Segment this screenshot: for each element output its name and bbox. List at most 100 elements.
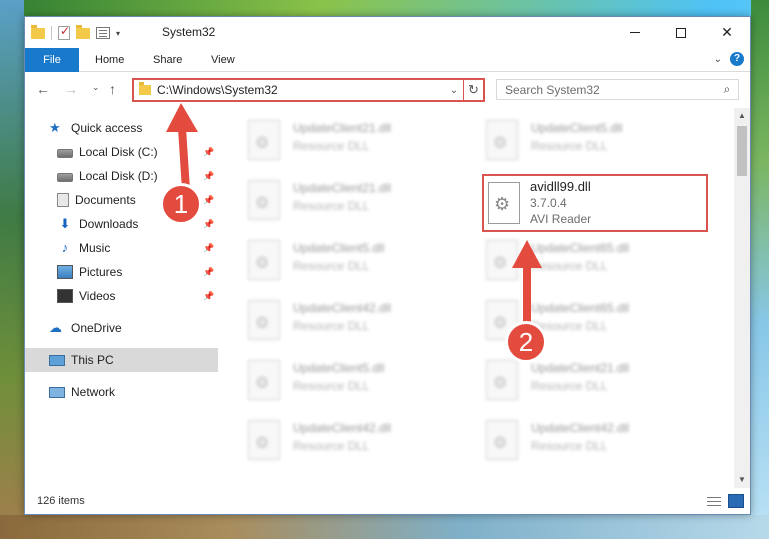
gear-icon: ⚙ <box>494 194 511 214</box>
dll-file-icon <box>486 240 518 280</box>
window-controls: ✕ <box>612 17 750 48</box>
search-box[interactable]: Search System32 ⌕ <box>496 79 739 100</box>
file-tile[interactable]: UpdateClient42.dll Resource DLL <box>218 412 448 468</box>
minimize-button[interactable] <box>612 17 658 48</box>
disk-icon <box>57 148 73 158</box>
help-icon[interactable]: ? <box>730 52 744 66</box>
pin-icon[interactable]: 📌 <box>203 147 214 158</box>
sidebar-item-pictures[interactable]: Pictures 📌 <box>25 260 218 284</box>
dll-file-icon <box>248 420 280 460</box>
file-tile[interactable]: UpdateClient21.dll Resource DLL <box>218 112 448 168</box>
vertical-scrollbar[interactable]: ▲ ▼ <box>734 108 750 488</box>
file-description: Resource DLL <box>293 199 370 213</box>
quick-access-toolbar: ▾ <box>31 24 120 42</box>
file-description: Resource DLL <box>293 319 370 333</box>
sidebar-item-label: This PC <box>71 353 114 367</box>
sidebar-item-music[interactable]: ♪ Music 📌 <box>25 236 218 260</box>
pin-icon[interactable]: 📌 <box>203 243 214 254</box>
sidebar-item-this-pc[interactable]: This PC <box>25 348 218 372</box>
tab-view[interactable]: View <box>211 48 235 72</box>
file-description: AVI Reader <box>530 212 592 226</box>
pin-icon[interactable]: 📌 <box>203 171 214 182</box>
maximize-button[interactable] <box>658 17 704 48</box>
pin-icon[interactable]: 📌 <box>203 267 214 278</box>
up-button[interactable]: ↑ <box>109 81 116 97</box>
file-tile[interactable]: UpdateClient21.dll Resource DLL <box>456 352 686 408</box>
sidebar-item-local-disk-c[interactable]: Local Disk (C:) 📌 <box>25 140 218 164</box>
address-dropdown-icon[interactable]: ⌄ <box>445 85 463 96</box>
dll-file-icon <box>486 420 518 460</box>
file-tile[interactable]: UpdateClient5.dll Resource DLL <box>218 232 448 288</box>
address-bar[interactable]: C:\Windows\System32 ⌄ ↻ <box>132 78 485 102</box>
scroll-down-arrow-icon[interactable]: ▼ <box>734 472 750 488</box>
file-version: 3.7.0.4 <box>530 196 567 210</box>
sidebar-item-videos[interactable]: Videos 📌 <box>25 284 218 308</box>
search-input[interactable]: Search System32 <box>505 83 716 97</box>
new-folder-icon[interactable] <box>76 24 90 39</box>
address-path[interactable]: C:\Windows\System32 <box>157 83 445 97</box>
sidebar-item-label: Local Disk (C:) <box>79 145 158 159</box>
computer-monitor-icon <box>49 354 65 366</box>
close-button[interactable]: ✕ <box>704 17 750 48</box>
file-tile[interactable]: UpdateClient42.dll Resource DLL <box>218 292 448 348</box>
file-description: Resource DLL <box>293 379 370 393</box>
file-tile[interactable]: UpdateClient42.dll Resource DLL <box>456 412 686 468</box>
sidebar-item-network[interactable]: Network <box>25 380 218 404</box>
tab-file[interactable]: File <box>25 48 79 72</box>
refresh-icon[interactable]: ↻ <box>463 80 483 100</box>
sidebar-item-label: OneDrive <box>71 321 122 335</box>
customize-toolbar-dropdown-icon[interactable]: ▾ <box>116 29 120 38</box>
file-tile[interactable]: UpdateClient65.dll Resource DLL <box>456 232 686 288</box>
file-description: Resource DLL <box>531 139 608 153</box>
properties-icon[interactable] <box>58 24 70 40</box>
window-title: System32 <box>162 25 216 39</box>
file-tile[interactable]: UpdateClient5.dll Resource DLL <box>456 112 686 168</box>
file-list: UpdateClient21.dll Resource DLL UpdateCl… <box>218 108 734 488</box>
network-icon <box>49 386 65 398</box>
tab-home[interactable]: Home <box>95 48 124 72</box>
tab-share[interactable]: Share <box>153 48 182 72</box>
divider <box>51 26 52 40</box>
maximize-icon <box>676 27 686 38</box>
pin-icon[interactable]: 📌 <box>203 219 214 230</box>
scrollbar-thumb[interactable] <box>737 126 747 176</box>
sidebar-item-label: Quick access <box>71 121 143 135</box>
forward-button[interactable]: → <box>64 81 78 97</box>
pin-icon[interactable]: 📌 <box>203 291 214 302</box>
back-button[interactable]: ← <box>36 81 50 97</box>
video-film-icon <box>57 289 73 303</box>
file-name: UpdateClient65.dll <box>531 241 630 255</box>
music-note-icon: ♪ <box>61 240 69 255</box>
file-name: UpdateClient21.dll <box>531 361 630 375</box>
dll-file-icon <box>486 120 518 160</box>
status-bar: 126 items <box>25 488 750 514</box>
dll-file-icon <box>248 300 280 340</box>
pin-icon[interactable]: 📌 <box>203 195 214 206</box>
file-description: Resource DLL <box>531 379 608 393</box>
desktop-background-left <box>0 0 24 539</box>
details-view-icon[interactable] <box>707 496 721 507</box>
large-icons-view-icon[interactable] <box>728 494 744 508</box>
dll-file-icon <box>248 120 280 160</box>
sidebar-item-quick-access[interactable]: ★ Quick access <box>25 116 218 140</box>
dll-file-icon: ⚙ <box>488 182 520 224</box>
recent-locations-dropdown[interactable]: ⌄ <box>92 82 100 93</box>
file-tile[interactable]: UpdateClient65.dll Resource DLL <box>456 292 686 348</box>
scroll-up-arrow-icon[interactable]: ▲ <box>734 108 750 124</box>
sidebar-item-label: Pictures <box>79 265 123 279</box>
desktop-background-bottom <box>0 515 769 539</box>
sidebar-item-label: Local Disk (D:) <box>79 169 158 183</box>
expand-ribbon-chevron-icon[interactable]: ⌄ <box>714 54 722 65</box>
sidebar-item-onedrive[interactable]: ☁ OneDrive <box>25 316 218 340</box>
search-icon[interactable]: ⌕ <box>716 82 738 97</box>
highlighted-file-tile[interactable]: ⚙ avidll99.dll 3.7.0.4 AVI Reader <box>482 174 708 232</box>
file-name: UpdateClient5.dll <box>531 121 623 135</box>
folder-icon <box>139 82 151 95</box>
dll-file-icon <box>486 360 518 400</box>
view-options-icon[interactable] <box>96 27 110 39</box>
file-tile[interactable]: UpdateClient21.dll Resource DLL <box>218 172 448 228</box>
file-name: UpdateClient5.dll <box>293 241 385 255</box>
file-tile[interactable]: UpdateClient5.dll Resource DLL <box>218 352 448 408</box>
desktop-background-right <box>751 0 769 539</box>
step-1-marker: 1 <box>160 183 202 225</box>
